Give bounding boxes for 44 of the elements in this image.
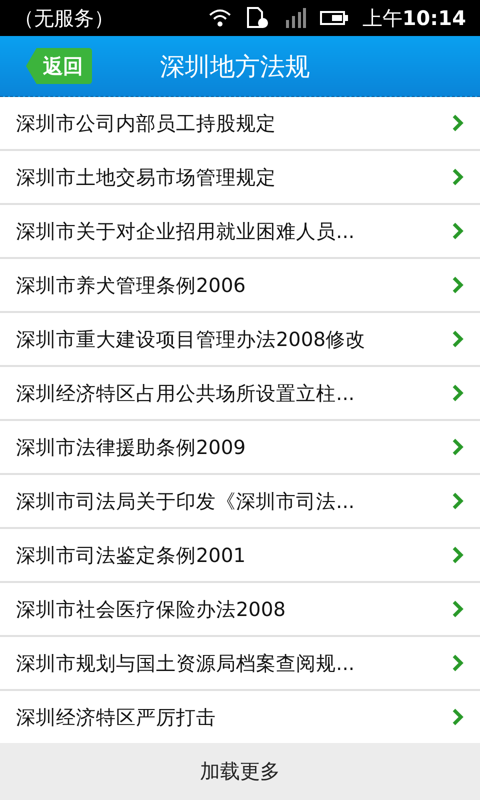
list-item[interactable]: 深圳市司法鉴定条例2001 bbox=[0, 529, 480, 581]
list-item[interactable]: 深圳市土地交易市场管理规定 bbox=[0, 151, 480, 203]
list-item[interactable]: 深圳市规划与国土资源局档案查阅规... bbox=[0, 637, 480, 689]
item-title: 深圳市法律援助条例2009 bbox=[16, 434, 247, 460]
item-title: 深圳市规划与国土资源局档案查阅规... bbox=[16, 650, 356, 676]
chevron-right-icon bbox=[452, 168, 464, 186]
item-title: 深圳市社会医疗保险办法2008 bbox=[16, 596, 287, 622]
clock-text: 上午10:14 bbox=[362, 4, 466, 32]
wifi-icon bbox=[208, 8, 232, 28]
list-item[interactable]: 深圳市司法局关于印发《深圳市司法... bbox=[0, 475, 480, 527]
chevron-right-icon bbox=[452, 708, 464, 726]
item-title: 深圳市土地交易市场管理规定 bbox=[16, 164, 277, 190]
chevron-right-icon bbox=[452, 330, 464, 348]
item-title: 深圳经济特区占用公共场所设置立柱... bbox=[16, 380, 356, 406]
load-more-text: 加载更多 bbox=[200, 758, 280, 785]
chevron-right-icon bbox=[452, 546, 464, 564]
item-title: 深圳市重大建设项目管理办法2008修改 bbox=[16, 326, 367, 352]
list-item[interactable]: 深圳市养犬管理条例2006 bbox=[0, 259, 480, 311]
list-item[interactable]: 深圳市法律援助条例2009 bbox=[0, 421, 480, 473]
battery-icon bbox=[320, 11, 348, 25]
chevron-right-icon bbox=[452, 600, 464, 618]
list-item[interactable]: 深圳市公司内部员工持股规定 bbox=[0, 97, 480, 149]
sim-alert-icon bbox=[246, 7, 270, 29]
item-title: 深圳市养犬管理条例2006 bbox=[16, 272, 247, 298]
chevron-right-icon bbox=[452, 114, 464, 132]
carrier-text: （无服务） bbox=[14, 4, 115, 32]
chevron-right-icon bbox=[452, 654, 464, 672]
item-title: 深圳经济特区严厉打击 bbox=[16, 704, 217, 730]
item-title: 深圳市司法鉴定条例2001 bbox=[16, 542, 247, 568]
page-title: 深圳地方法规 bbox=[160, 50, 310, 82]
chevron-right-icon bbox=[452, 222, 464, 240]
chevron-right-icon bbox=[452, 438, 464, 456]
list-item[interactable]: 深圳经济特区占用公共场所设置立柱... bbox=[0, 367, 480, 419]
list-item[interactable]: 深圳经济特区严厉打击 bbox=[0, 691, 480, 743]
item-title: 深圳市关于对企业招用就业困难人员... bbox=[16, 218, 356, 244]
list-item[interactable]: 深圳市关于对企业招用就业困难人员... bbox=[0, 205, 480, 257]
item-title: 深圳市公司内部员工持股规定 bbox=[16, 110, 277, 136]
list-item[interactable]: 深圳市重大建设项目管理办法2008修改 bbox=[0, 313, 480, 365]
list-item[interactable]: 深圳市社会医疗保险办法2008 bbox=[0, 583, 480, 635]
signal-icon bbox=[284, 8, 306, 28]
chevron-right-icon bbox=[452, 276, 464, 294]
item-title: 深圳市司法局关于印发《深圳市司法... bbox=[16, 488, 356, 514]
chevron-right-icon bbox=[452, 492, 464, 510]
chevron-right-icon bbox=[452, 384, 464, 402]
